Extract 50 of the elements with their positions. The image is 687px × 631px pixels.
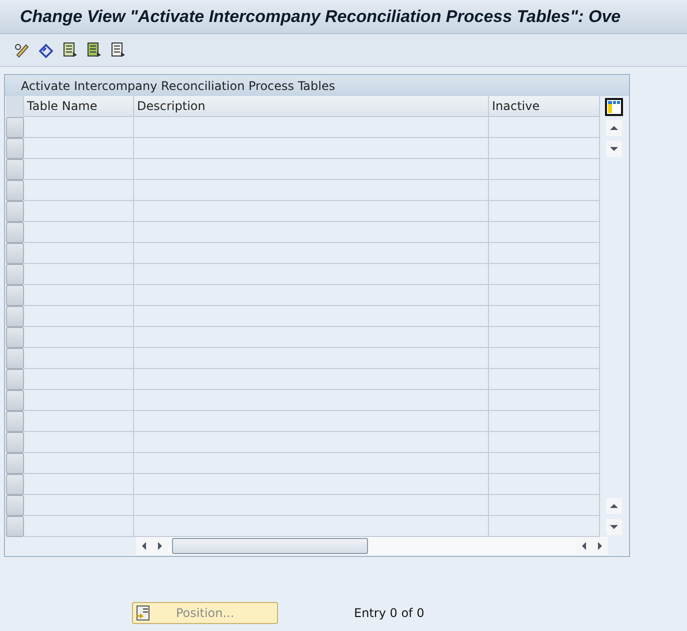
document-list-icon[interactable]: [62, 42, 78, 58]
row-selector[interactable]: [6, 201, 24, 222]
row-selector[interactable]: [6, 180, 24, 201]
scroll-right-button[interactable]: [592, 538, 608, 554]
select-all-corner[interactable]: [6, 96, 24, 117]
row-selector[interactable]: [6, 243, 24, 264]
up-triangle-icon: [610, 124, 618, 132]
scrollbar-thumb[interactable]: [172, 538, 368, 554]
left-triangle-icon: [580, 542, 588, 550]
row-selector[interactable]: [6, 306, 24, 327]
column-header[interactable]: Description: [134, 96, 489, 117]
left-triangle-icon: [140, 542, 148, 550]
scroll-down-button[interactable]: [606, 518, 622, 534]
column-header[interactable]: Table Name: [24, 96, 134, 117]
row-selector[interactable]: [6, 474, 24, 495]
entry-count: Entry 0 of 0: [354, 606, 424, 620]
row-selector[interactable]: [6, 117, 24, 138]
right-triangle-icon: [156, 542, 164, 550]
row-selector[interactable]: [6, 138, 24, 159]
row-selector[interactable]: [6, 453, 24, 474]
row-selector[interactable]: [6, 264, 24, 285]
row-selector[interactable]: [6, 390, 24, 411]
row-selector[interactable]: [6, 159, 24, 180]
row-selector[interactable]: [6, 516, 24, 537]
right-triangle-icon: [596, 542, 604, 550]
pencil-glasses-icon[interactable]: [14, 42, 30, 58]
scroll-up-button[interactable]: [606, 498, 622, 514]
column-settings-icon[interactable]: [605, 98, 623, 116]
up-triangle-icon: [610, 502, 618, 510]
row-selector[interactable]: [6, 285, 24, 306]
document-list-icon[interactable]: [110, 42, 126, 58]
row-selector[interactable]: [6, 348, 24, 369]
row-selector[interactable]: [6, 411, 24, 432]
table-title: Activate Intercompany Reconciliation Process Tables: [5, 75, 629, 96]
row-selector[interactable]: [6, 432, 24, 453]
down-triangle-icon: [610, 522, 618, 530]
scroll-left-button[interactable]: [136, 538, 152, 554]
scroll-left-button[interactable]: [576, 538, 592, 554]
scroll-up-button[interactable]: [606, 120, 622, 136]
document-list-icon[interactable]: [86, 42, 102, 58]
down-triangle-icon: [610, 144, 618, 152]
row-selector[interactable]: [6, 222, 24, 243]
position-list-icon: [136, 605, 150, 621]
row-selector[interactable]: [6, 369, 24, 390]
row-selector[interactable]: [6, 327, 24, 348]
window-title: Change View "Activate Intercompany Reconciliation Process Tables": Ove: [0, 0, 687, 34]
column-header[interactable]: Inactive: [489, 96, 600, 117]
scroll-down-button[interactable]: [606, 140, 622, 156]
scroll-right-button[interactable]: [152, 538, 168, 554]
row-selector[interactable]: [6, 495, 24, 516]
